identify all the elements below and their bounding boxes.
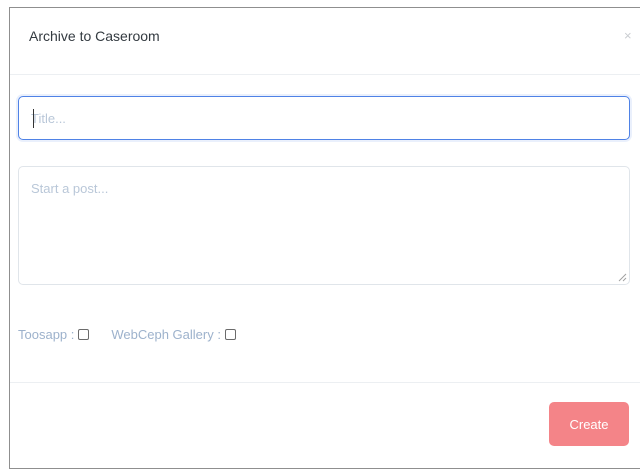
webceph-gallery-checkbox[interactable] [224, 329, 236, 340]
webceph-gallery-option: WebCeph Gallery : [111, 327, 236, 342]
modal-title: Archive to Caseroom [29, 28, 160, 44]
post-textarea[interactable] [18, 166, 630, 285]
archive-options: Toosapp : WebCeph Gallery : [18, 327, 236, 342]
webceph-gallery-label: WebCeph Gallery : [111, 327, 221, 342]
close-icon[interactable]: × [624, 28, 632, 43]
text-caret [33, 109, 34, 128]
title-input[interactable] [18, 96, 630, 140]
modal-footer [10, 382, 640, 470]
resize-grip-icon[interactable] [617, 272, 627, 282]
create-button[interactable]: Create [549, 402, 629, 446]
toosapp-label: Toosapp : [18, 327, 75, 342]
toosapp-checkbox[interactable] [78, 329, 90, 340]
modal-header: Archive to Caseroom × [10, 8, 640, 75]
toosapp-option: Toosapp : [18, 327, 90, 342]
